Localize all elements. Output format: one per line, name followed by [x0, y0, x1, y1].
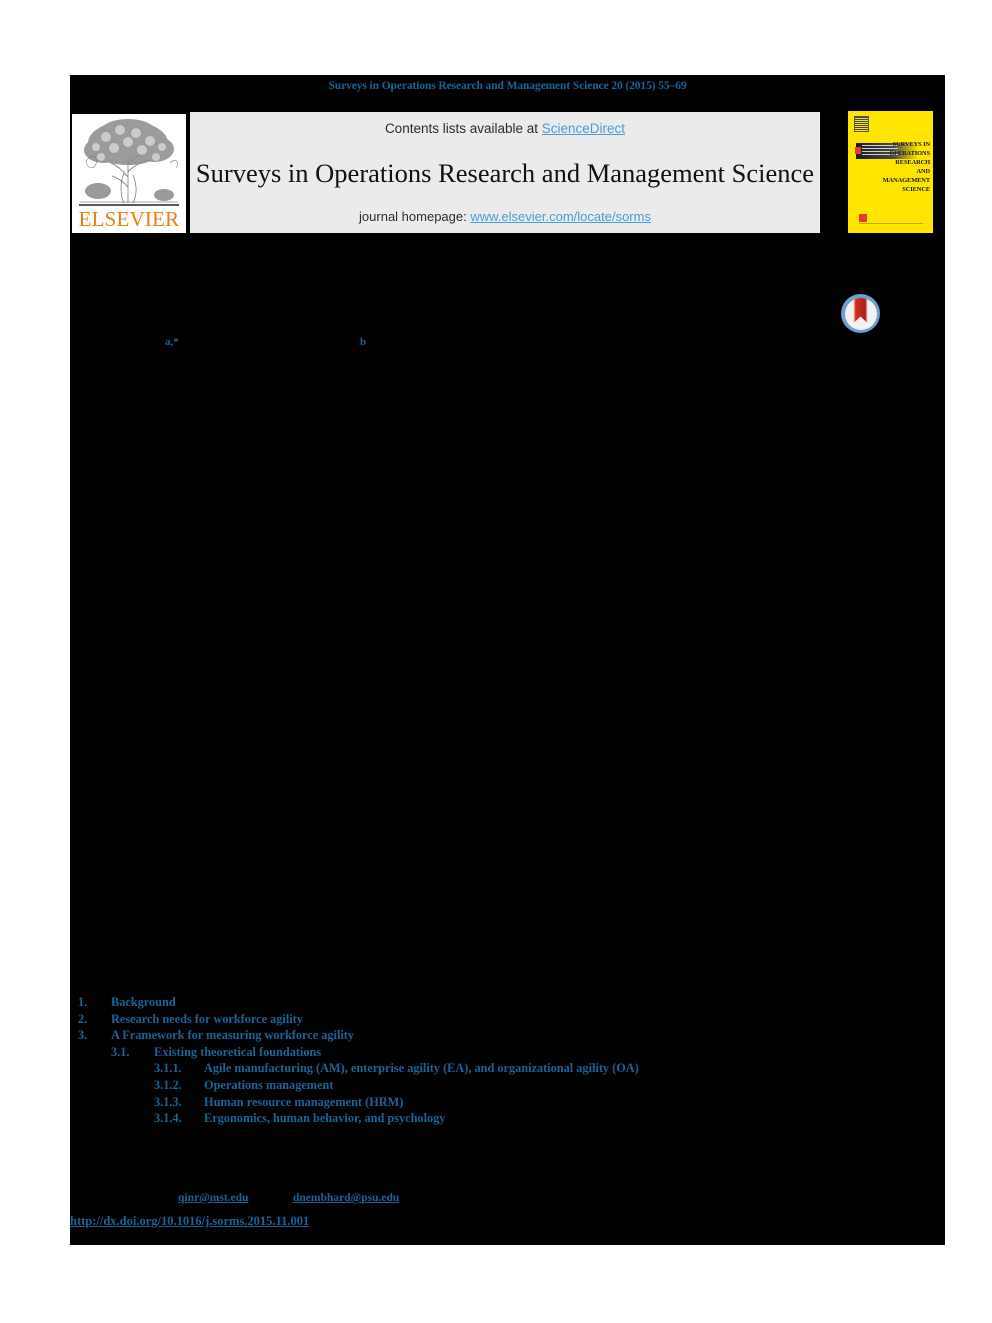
toc-entry-number: 3.1.3.	[154, 1094, 182, 1109]
article-page: Surveys in Operations Research and Manag…	[0, 0, 992, 1323]
toc-entry[interactable]: 3.1. Existing theoretical foundations	[78, 1044, 778, 1061]
toc-entry[interactable]: 3.1.2. Operations management	[78, 1077, 778, 1094]
journal-cover-thumbnail: SURVEYS IN OPERATIONS RESEARCH AND MANAG…	[848, 111, 933, 233]
toc-entry-number: 2.	[78, 1011, 88, 1026]
journal-homepage-line: journal homepage: www.elsevier.com/locat…	[190, 208, 820, 225]
contents-lists-line: Contents lists available at ScienceDirec…	[190, 120, 820, 138]
toc-entry-label: Existing theoretical foundations	[154, 1044, 322, 1059]
toc-entry-label: A Framework for measuring workforce agil…	[111, 1028, 355, 1043]
toc-entry-label: Human resource management (HRM)	[204, 1094, 404, 1109]
elsevier-tree-icon	[80, 119, 178, 204]
sciencedirect-link[interactable]: ScienceDirect	[542, 121, 625, 136]
journal-homepage-prefix: journal homepage:	[359, 209, 471, 224]
crossmark-icon[interactable]	[841, 294, 880, 333]
cover-title-line-3: AND MANAGEMENT SCIENCE	[882, 168, 930, 193]
author-affiliation-mark-b[interactable]: b	[360, 336, 366, 348]
toc-entry-label: Background	[111, 995, 176, 1009]
crossmark-bookmark	[853, 297, 868, 324]
toc-entry[interactable]: 3. A Framework for measuring workforce a…	[78, 1027, 778, 1044]
toc-entry-label: Ergonomics, human behavior, and psycholo…	[204, 1111, 446, 1126]
doi-link[interactable]: http://dx.doi.org/10.1016/j.sorms.2015.1…	[70, 1214, 309, 1229]
cover-accent-square	[855, 147, 861, 154]
toc-entry-number: 3.1.2.	[154, 1077, 182, 1092]
toc-entry[interactable]: 3.1.3. Human resource management (HRM)	[78, 1094, 778, 1111]
table-of-contents: 1. Background 2. Research needs for work…	[78, 994, 778, 1127]
toc-entry-number: 3.1.4.	[154, 1111, 182, 1126]
toc-entry-number: 1.	[78, 995, 88, 1009]
journal-title: Surveys in Operations Research and Manag…	[195, 158, 815, 188]
journal-banner: Contents lists available at ScienceDirec…	[190, 112, 820, 233]
toc-entry-number: 3.1.1.	[154, 1061, 182, 1076]
toc-entry-label: Operations management	[204, 1077, 334, 1092]
elsevier-logo-divider	[79, 204, 179, 206]
running-head: Surveys in Operations Research and Manag…	[328, 80, 687, 92]
second-author-email-link[interactable]: dnembhard@psu.edu	[293, 1191, 399, 1206]
crossmark-inner	[844, 297, 877, 330]
cover-title-line-1: SURVEYS IN	[892, 141, 930, 148]
toc-entry[interactable]: 2. Research needs for workforce agility	[78, 1011, 778, 1028]
toc-entry-label: Agile manufacturing (AM), enterprise agi…	[204, 1061, 639, 1076]
corresponding-author-email-link[interactable]: qinr@mst.edu	[178, 1191, 248, 1206]
cover-foot-square	[859, 214, 867, 222]
elsevier-logo: ELSEVIER	[72, 114, 186, 233]
elsevier-wordmark: ELSEVIER	[78, 207, 180, 231]
toc-entry-number: 3.	[78, 1028, 88, 1043]
cover-foot-rule	[859, 223, 923, 224]
toc-entry[interactable]: 1. Background	[78, 994, 778, 1011]
toc-entry[interactable]: 3.1.1. Agile manufacturing (AM), enterpr…	[78, 1060, 778, 1077]
cover-stamp-icon	[854, 116, 869, 132]
author-affiliation-mark-a[interactable]: a,*	[165, 336, 179, 348]
cover-title-line-2: OPERATIONS RESEARCH	[889, 150, 930, 166]
journal-homepage-link[interactable]: www.elsevier.com/locate/sorms	[470, 209, 651, 224]
toc-entry-number: 3.1.	[111, 1044, 130, 1059]
toc-entry[interactable]: 3.1.4. Ergonomics, human behavior, and p…	[78, 1110, 778, 1127]
toc-entry-label: Research needs for workforce agility	[111, 1011, 303, 1026]
contents-lists-prefix: Contents lists available at	[384, 121, 542, 136]
cover-title: SURVEYS IN OPERATIONS RESEARCH AND MANAG…	[870, 140, 930, 194]
